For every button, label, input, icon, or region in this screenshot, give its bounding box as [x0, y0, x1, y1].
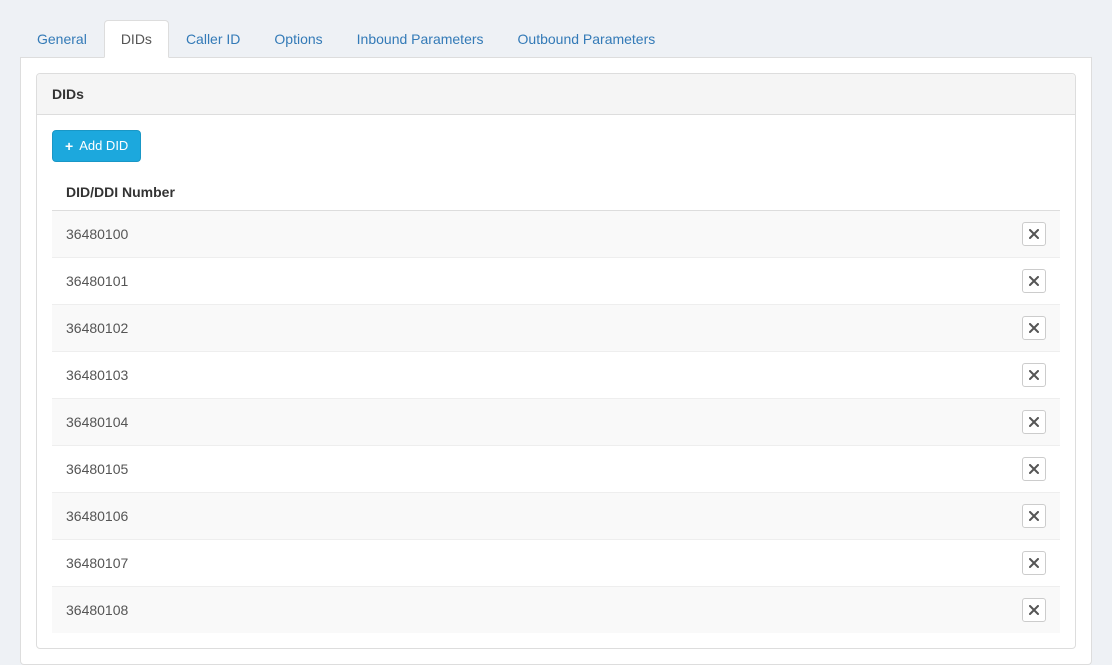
column-header-number: DID/DDI Number	[52, 174, 1000, 211]
plus-icon: +	[65, 139, 73, 153]
table-row: 36480103	[52, 352, 1060, 399]
dids-table-body: 3648010036480101364801023648010336480104…	[52, 211, 1060, 634]
tab-content: DIDs + Add DID DID/DDI Number 3648010036…	[20, 58, 1092, 665]
tab-options[interactable]: Options	[257, 20, 339, 58]
delete-button[interactable]	[1022, 457, 1046, 481]
close-icon	[1029, 323, 1039, 333]
dids-panel: DIDs + Add DID DID/DDI Number 3648010036…	[36, 73, 1076, 649]
did-number-cell: 36480100	[52, 211, 1000, 258]
did-number-cell: 36480102	[52, 305, 1000, 352]
panel-body: + Add DID DID/DDI Number 364801003648010…	[37, 115, 1075, 648]
delete-button[interactable]	[1022, 222, 1046, 246]
did-number-cell: 36480105	[52, 446, 1000, 493]
add-did-button[interactable]: + Add DID	[52, 130, 141, 162]
table-row: 36480108	[52, 587, 1060, 634]
dids-table: DID/DDI Number 3648010036480101364801023…	[52, 174, 1060, 633]
tab-outbound-parameters[interactable]: Outbound Parameters	[501, 20, 673, 58]
close-icon	[1029, 276, 1039, 286]
action-cell	[1000, 258, 1060, 305]
action-cell	[1000, 493, 1060, 540]
tab-bar: GeneralDIDsCaller IDOptionsInbound Param…	[20, 20, 1092, 58]
did-number-cell: 36480103	[52, 352, 1000, 399]
close-icon	[1029, 417, 1039, 427]
tab-dids[interactable]: DIDs	[104, 20, 169, 58]
tab-inbound-parameters[interactable]: Inbound Parameters	[340, 20, 501, 58]
table-row: 36480104	[52, 399, 1060, 446]
panel-title: DIDs	[37, 74, 1075, 115]
close-icon	[1029, 229, 1039, 239]
table-row: 36480106	[52, 493, 1060, 540]
close-icon	[1029, 558, 1039, 568]
close-icon	[1029, 464, 1039, 474]
table-row: 36480100	[52, 211, 1060, 258]
did-number-cell: 36480106	[52, 493, 1000, 540]
delete-button[interactable]	[1022, 269, 1046, 293]
did-number-cell: 36480108	[52, 587, 1000, 634]
action-cell	[1000, 305, 1060, 352]
delete-button[interactable]	[1022, 598, 1046, 622]
did-number-cell: 36480104	[52, 399, 1000, 446]
delete-button[interactable]	[1022, 410, 1046, 434]
table-row: 36480105	[52, 446, 1060, 493]
table-row: 36480102	[52, 305, 1060, 352]
delete-button[interactable]	[1022, 316, 1046, 340]
close-icon	[1029, 370, 1039, 380]
delete-button[interactable]	[1022, 504, 1046, 528]
did-number-cell: 36480107	[52, 540, 1000, 587]
tab-caller-id[interactable]: Caller ID	[169, 20, 257, 58]
did-number-cell: 36480101	[52, 258, 1000, 305]
table-row: 36480107	[52, 540, 1060, 587]
action-cell	[1000, 446, 1060, 493]
tab-general[interactable]: General	[20, 20, 104, 58]
table-row: 36480101	[52, 258, 1060, 305]
delete-button[interactable]	[1022, 363, 1046, 387]
action-cell	[1000, 352, 1060, 399]
close-icon	[1029, 605, 1039, 615]
delete-button[interactable]	[1022, 551, 1046, 575]
close-icon	[1029, 511, 1039, 521]
action-cell	[1000, 540, 1060, 587]
action-cell	[1000, 399, 1060, 446]
action-cell	[1000, 211, 1060, 258]
action-cell	[1000, 587, 1060, 634]
column-header-action	[1000, 174, 1060, 211]
add-did-label: Add DID	[79, 137, 128, 155]
